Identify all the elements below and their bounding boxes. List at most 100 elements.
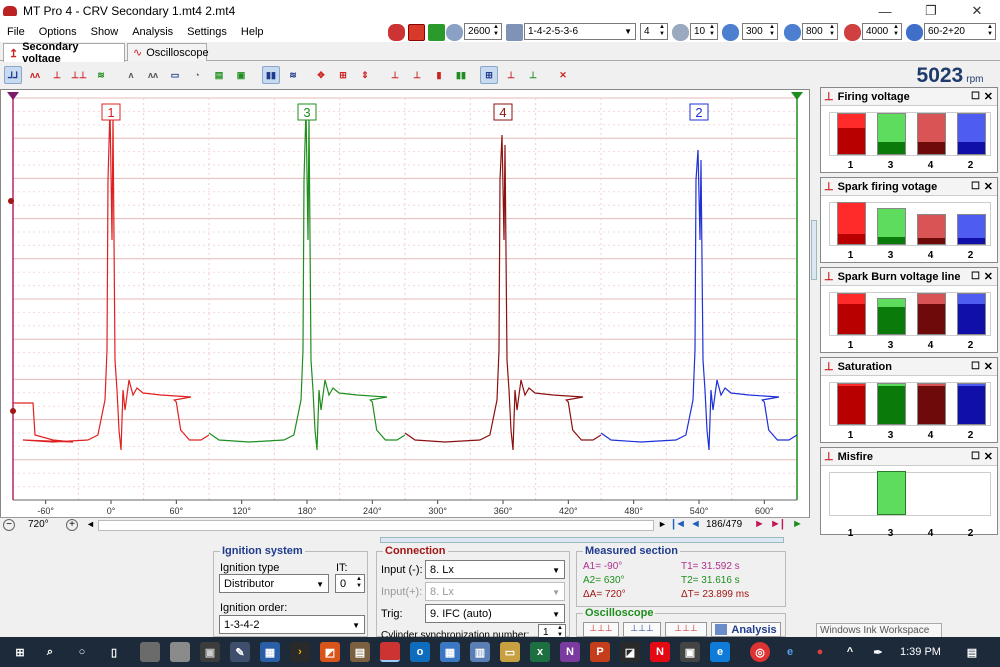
value-800-field[interactable]: 800 ▲ ▼: [802, 23, 838, 40]
marker2-icon[interactable]: ⊥: [408, 66, 426, 84]
prev-frame-icon[interactable]: ◄: [690, 518, 701, 530]
grid-icon[interactable]: ⊞: [480, 66, 498, 84]
close-icon[interactable]: ✕: [984, 360, 993, 373]
cylinders-field[interactable]: 4 ▲ ▼: [640, 23, 668, 40]
zoom-out-icon[interactable]: −: [3, 519, 15, 531]
menu-analysis[interactable]: Analysis: [125, 26, 180, 38]
record-icon[interactable]: [408, 24, 425, 41]
close-icon[interactable]: ✕: [984, 450, 993, 463]
scale-icon[interactable]: ▭: [166, 66, 184, 84]
view-parade-icon[interactable]: ʌʌ: [26, 66, 44, 84]
divisions-field[interactable]: 10 ▲ ▼: [690, 23, 718, 40]
image-icon[interactable]: ▣: [232, 66, 250, 84]
app-icon-8[interactable]: ▥: [470, 642, 490, 662]
menu-settings[interactable]: Settings: [180, 26, 234, 38]
trigger-wheel-field[interactable]: 60-2+20 ▲ ▼: [924, 23, 996, 40]
restore-button[interactable]: ❐: [908, 0, 954, 22]
app-icon-11[interactable]: ●: [810, 642, 830, 662]
reset-icon[interactable]: ✕: [554, 66, 572, 84]
search-icon[interactable]: ⌕: [40, 642, 60, 662]
netflix-icon[interactable]: N: [650, 642, 670, 662]
panel-header[interactable]: ⊥ Saturation ☐ ✕: [821, 358, 997, 376]
panel-header[interactable]: ⊥ Misfire ☐ ✕: [821, 448, 997, 466]
trigger2-icon[interactable]: ⊥: [524, 66, 542, 84]
bottom-splitter[interactable]: [380, 537, 784, 543]
camera-icon[interactable]: [170, 642, 190, 662]
excel-icon[interactable]: x: [530, 642, 550, 662]
clock[interactable]: 1:39 PM: [900, 646, 941, 658]
onenote-icon[interactable]: N: [560, 642, 580, 662]
panel-header[interactable]: ⊥ Spark firing votage ☐ ✕: [821, 178, 997, 196]
zoom-icon[interactable]: ✥: [312, 66, 330, 84]
horizontal-scrollbar[interactable]: [98, 520, 654, 531]
waves-icon[interactable]: ≋: [284, 66, 302, 84]
trigger-icon[interactable]: ⊥: [502, 66, 520, 84]
calculator-icon[interactable]: ▦: [260, 642, 280, 662]
last-frame-icon[interactable]: ►|: [770, 518, 784, 530]
splitter-handle[interactable]: [811, 220, 817, 280]
app-icon-2[interactable]: ▣: [200, 642, 220, 662]
maximize-icon[interactable]: ☐: [971, 91, 980, 102]
bar-chart-icon[interactable]: ▮▮: [262, 66, 280, 84]
vscale-icon[interactable]: ⇕: [356, 66, 374, 84]
ie-icon[interactable]: e: [780, 642, 800, 662]
scope-view[interactable]: 1 3 4 2 -60° 0° 60° 120° 180° 240° 300° 360° 420° 480…: [0, 89, 810, 533]
cortana-icon[interactable]: ○: [72, 642, 92, 662]
analysis-button[interactable]: Analysis: [711, 622, 781, 637]
play-icon[interactable]: [428, 24, 445, 41]
task-view-icon[interactable]: ▯: [104, 642, 124, 662]
marker4-icon[interactable]: ▮▮: [452, 66, 470, 84]
powerpoint-icon[interactable]: P: [590, 642, 610, 662]
gear-icon[interactable]: [906, 24, 923, 41]
cursor-icon[interactable]: ʌ: [122, 66, 140, 84]
input-minus-select[interactable]: 8. Lx ▼: [425, 560, 565, 579]
outlook-icon[interactable]: o: [410, 642, 430, 662]
menu-options[interactable]: Options: [32, 26, 84, 38]
panel-header[interactable]: ⊥ Spark Burn voltage line ☐ ✕: [821, 268, 997, 286]
maximize-icon[interactable]: ☐: [971, 271, 980, 282]
close-button[interactable]: ✕: [954, 0, 1000, 22]
scope-svg[interactable]: 1 3 4 2 -60° 0° 60° 120° 180° 240° 300° 360° 420° 480…: [1, 90, 809, 516]
zero-marker[interactable]: [10, 408, 16, 414]
play-frames-icon[interactable]: ►: [792, 518, 803, 530]
view-wave-icon[interactable]: ≋: [92, 66, 110, 84]
tab-secondary-voltage[interactable]: ↥ Secondary voltage: [3, 41, 125, 65]
close-icon[interactable]: ✕: [984, 180, 993, 193]
app-icon-9[interactable]: ◪: [620, 642, 640, 662]
ignition-type-select[interactable]: Distributor ▼: [219, 574, 329, 593]
tab-oscilloscope[interactable]: ∿ Oscilloscope: [127, 43, 209, 61]
trig-select[interactable]: 9. IFC (auto) ▼: [425, 604, 565, 623]
maximize-icon[interactable]: ☐: [971, 181, 980, 192]
view-raster-icon[interactable]: ⊥: [48, 66, 66, 84]
first-frame-icon[interactable]: |◄: [672, 518, 686, 530]
menu-file[interactable]: File: [0, 26, 32, 38]
panel-header[interactable]: ⊥ Firing voltage ☐ ✕: [821, 88, 997, 106]
app-icon-4[interactable]: ›: [290, 642, 310, 662]
app-icon-6[interactable]: ▤: [350, 642, 370, 662]
edge-icon[interactable]: e: [710, 642, 730, 662]
cursor-a2-marker[interactable]: [791, 92, 803, 100]
app-icon-10[interactable]: ▣: [680, 642, 700, 662]
ignition-order-select[interactable]: 1-3-4-2 ▼: [219, 615, 365, 634]
kv-field[interactable]: 2600 ▲ ▼: [464, 23, 502, 40]
tray-chevron-icon[interactable]: ^: [840, 642, 860, 662]
view-stack-icon[interactable]: ⊥⊥: [70, 66, 88, 84]
app-icon-1[interactable]: [140, 642, 160, 662]
mt-pro-taskbar-icon[interactable]: [380, 642, 400, 662]
close-icon[interactable]: ✕: [984, 270, 993, 283]
close-icon[interactable]: ✕: [984, 90, 993, 103]
value-4000-field[interactable]: 4000 ▲ ▼: [862, 23, 902, 40]
marker3-icon[interactable]: ▮: [430, 66, 448, 84]
it-field[interactable]: 0 ▲ ▼: [335, 574, 365, 593]
windows-start-icon[interactable]: ⊞: [10, 642, 30, 662]
chrome-icon[interactable]: ◎: [750, 642, 770, 662]
notifications-icon[interactable]: ▤: [962, 642, 982, 662]
osc-mode2-icon[interactable]: ⊥⊥⊥: [623, 622, 661, 637]
app-icon-5[interactable]: ◩: [320, 642, 340, 662]
marker1-icon[interactable]: ⊥: [386, 66, 404, 84]
menu-show[interactable]: Show: [84, 26, 126, 38]
scroll-left-icon[interactable]: ◄: [86, 519, 95, 529]
app-icon-3[interactable]: ✎: [230, 642, 250, 662]
level-marker[interactable]: [8, 198, 14, 204]
value-300-field[interactable]: 300 ▲ ▼: [742, 23, 778, 40]
